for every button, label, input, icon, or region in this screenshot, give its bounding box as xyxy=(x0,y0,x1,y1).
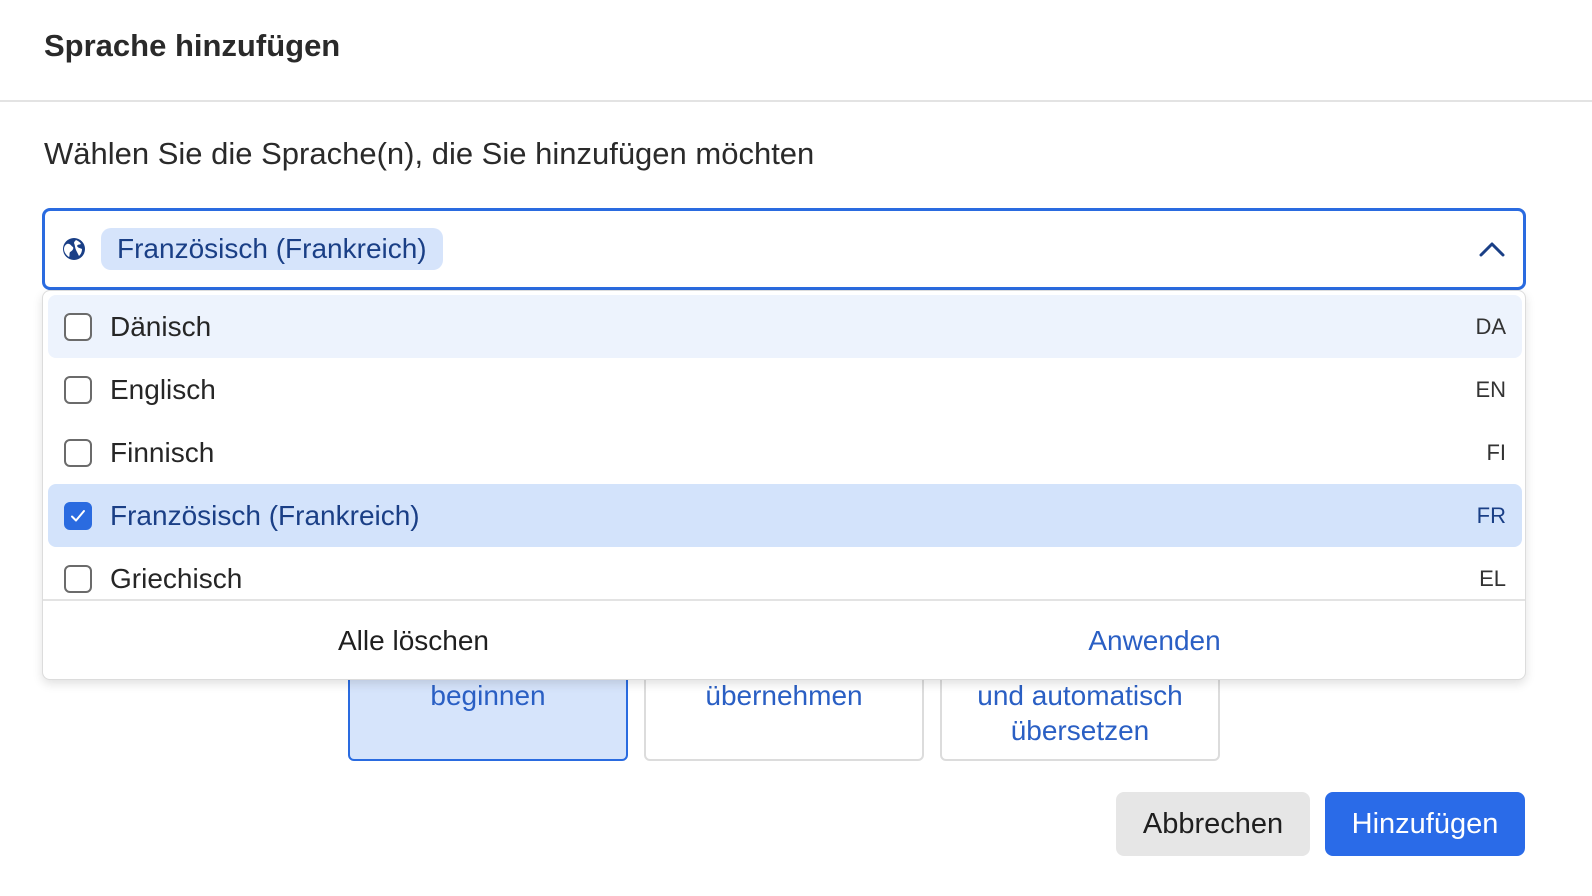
option-label: Dänisch xyxy=(110,310,212,342)
option-label: Englisch xyxy=(110,373,216,405)
option-checkbox[interactable] xyxy=(64,375,92,404)
clear-all-button[interactable]: Alle löschen xyxy=(43,601,784,679)
apply-button[interactable]: Anwenden xyxy=(784,601,1525,679)
language-dropdown: Dänisch DA Englisch EN Finnisch FI Franz… xyxy=(42,290,1526,680)
add-language-dialog: Sprache hinzufügen Wählen Sie die Sprach… xyxy=(0,0,1592,896)
option-checkbox[interactable] xyxy=(64,564,92,593)
language-select[interactable]: Französisch (Frankreich) xyxy=(42,208,1526,290)
option-label: Französisch (Frankreich) xyxy=(110,499,420,531)
card-label: und automatisch xyxy=(977,680,1183,711)
language-option-greek[interactable]: Griechisch EL xyxy=(48,547,1522,599)
language-option-french-france[interactable]: Französisch (Frankreich) FR xyxy=(48,484,1522,547)
option-label: Griechisch xyxy=(110,562,243,594)
globe-icon xyxy=(63,238,85,260)
language-option-danish[interactable]: Dänisch DA xyxy=(48,295,1522,358)
option-checkbox[interactable] xyxy=(64,438,92,467)
language-option-english[interactable]: Englisch EN xyxy=(48,358,1522,421)
option-checkbox-checked[interactable] xyxy=(64,501,92,530)
option-code: FR xyxy=(1476,502,1506,528)
add-button[interactable]: Hinzufügen xyxy=(1325,792,1525,856)
check-icon xyxy=(71,509,85,521)
dropdown-footer: Alle löschen Anwenden xyxy=(43,599,1525,679)
option-code: EN xyxy=(1475,376,1506,402)
chevron-up-icon[interactable] xyxy=(1477,235,1507,265)
card-label: beginnen xyxy=(430,680,546,711)
dialog-header: Sprache hinzufügen xyxy=(0,0,1592,102)
option-label: Finnisch xyxy=(110,436,215,468)
language-option-finnish[interactable]: Finnisch FI xyxy=(48,421,1522,484)
option-checkbox[interactable] xyxy=(64,312,92,341)
cancel-button[interactable]: Abbrechen xyxy=(1116,792,1310,856)
option-code: EL xyxy=(1479,565,1506,591)
option-code: FI xyxy=(1486,439,1506,465)
option-code: DA xyxy=(1475,313,1506,339)
card-label: übernehmen xyxy=(705,680,863,711)
card-label-line2: übersetzen xyxy=(1010,715,1150,746)
language-prompt: Wählen Sie die Sprache(n), die Sie hinzu… xyxy=(44,136,815,171)
selected-language-chip[interactable]: Französisch (Frankreich) xyxy=(101,228,443,270)
language-option-list[interactable]: Dänisch DA Englisch EN Finnisch FI Franz… xyxy=(43,291,1525,599)
dialog-title: Sprache hinzufügen xyxy=(44,28,341,63)
